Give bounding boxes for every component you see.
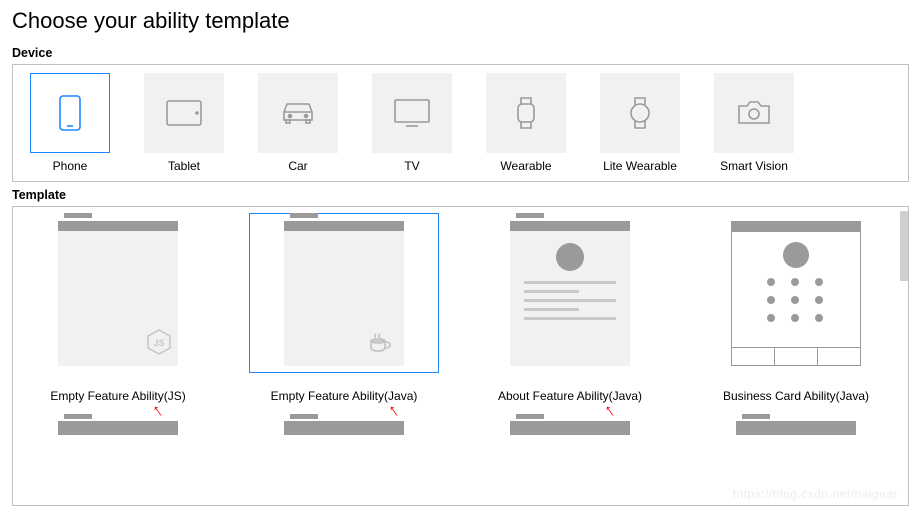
device-section-label: Device (12, 46, 909, 60)
template-partial-4[interactable] (701, 421, 891, 435)
device-car-box (258, 73, 338, 153)
template-section-label: Template (12, 188, 909, 202)
tv-icon (394, 99, 430, 127)
device-smart-vision[interactable]: Smart Vision (709, 73, 799, 173)
template-panel: JS Empty Feature Ability(JS) ↑ Empty Fea… (12, 206, 909, 506)
tablet-icon (166, 100, 202, 126)
svg-text:JS: JS (153, 338, 164, 348)
scrollbar-thumb[interactable] (900, 211, 908, 281)
wearable-icon (515, 96, 537, 130)
business-preview (731, 221, 861, 366)
about-preview (510, 231, 630, 320)
template-about-java[interactable]: About Feature Ability(Java) ↑ (475, 213, 665, 403)
template-business-java-thumb (701, 213, 891, 373)
template-empty-java-thumb (249, 213, 439, 373)
device-smart-vision-box (714, 73, 794, 153)
device-phone-label: Phone (53, 159, 88, 173)
device-tv-label: TV (404, 159, 419, 173)
page-title: Choose your ability template (12, 8, 909, 34)
js-badge-icon: JS (146, 329, 172, 360)
device-car[interactable]: Car (253, 73, 343, 173)
device-wearable-box (486, 73, 566, 153)
device-tv[interactable]: TV (367, 73, 457, 173)
template-empty-java-label: Empty Feature Ability(Java) (271, 389, 418, 403)
device-car-label: Car (288, 159, 307, 173)
device-smart-vision-label: Smart Vision (720, 159, 788, 173)
camera-icon (737, 100, 771, 126)
car-icon (279, 100, 317, 126)
phone-icon (59, 95, 81, 131)
device-phone-box (30, 73, 110, 153)
template-empty-js-thumb: JS (23, 213, 213, 373)
device-tv-box (372, 73, 452, 153)
device-phone[interactable]: Phone (25, 73, 115, 173)
device-wearable-label: Wearable (500, 159, 551, 173)
template-business-java-label: Business Card Ability(Java) (723, 389, 869, 403)
template-next-row (23, 421, 898, 435)
template-empty-js-label: Empty Feature Ability(JS) (50, 389, 185, 403)
device-lite-wearable-label: Lite Wearable (603, 159, 677, 173)
device-tablet-box (144, 73, 224, 153)
device-row: Phone Tablet Car TV Wearable (25, 73, 896, 173)
device-lite-wearable-box (600, 73, 680, 153)
template-partial-3[interactable] (475, 421, 665, 435)
template-business-java[interactable]: Business Card Ability(Java) (701, 213, 891, 403)
template-partial-1[interactable] (23, 421, 213, 435)
device-panel: Phone Tablet Car TV Wearable (12, 64, 909, 182)
template-grid: JS Empty Feature Ability(JS) ↑ Empty Fea… (23, 213, 898, 403)
device-lite-wearable[interactable]: Lite Wearable (595, 73, 685, 173)
template-partial-2[interactable] (249, 421, 439, 435)
template-empty-java[interactable]: Empty Feature Ability(Java) ↑ (249, 213, 439, 403)
lite-wearable-icon (629, 96, 651, 130)
template-about-java-label: About Feature Ability(Java) (498, 389, 642, 403)
device-wearable[interactable]: Wearable (481, 73, 571, 173)
template-about-java-thumb (475, 213, 665, 373)
watermark: https://blog.csdn.net/haigear (733, 487, 898, 501)
template-empty-js[interactable]: JS Empty Feature Ability(JS) ↑ (23, 213, 213, 403)
java-badge-icon (368, 333, 392, 356)
device-tablet[interactable]: Tablet (139, 73, 229, 173)
device-tablet-label: Tablet (168, 159, 200, 173)
